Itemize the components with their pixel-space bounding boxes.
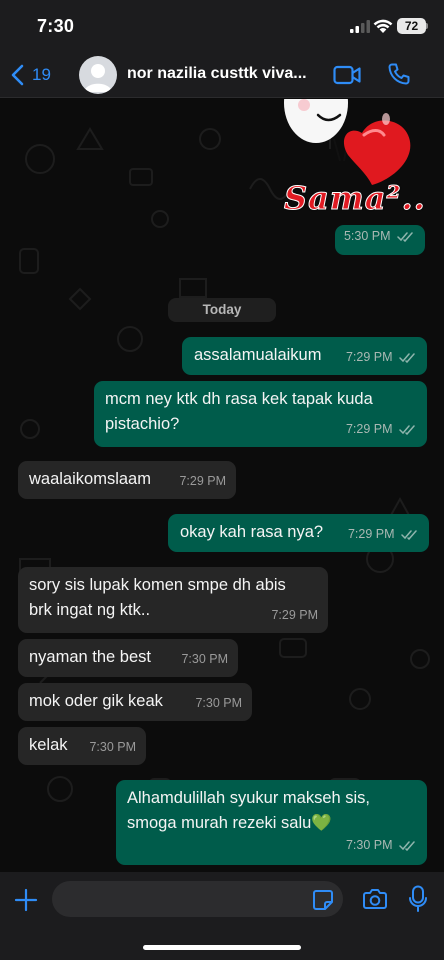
- message-bubble-incoming[interactable]: nyaman the best 7:30 PM: [18, 639, 238, 677]
- read-receipt-icon: [397, 231, 413, 242]
- battery-cap: [426, 23, 428, 29]
- date-divider: Today: [168, 298, 276, 322]
- chat-header: 19 nor nazilia custtk viva...: [0, 52, 444, 98]
- message-time: 7:30 PM: [345, 838, 393, 852]
- message-input[interactable]: [52, 881, 343, 917]
- message-bubble-incoming[interactable]: kelak 7:30 PM: [18, 727, 146, 765]
- message-bubble-incoming[interactable]: mok oder gik keak 7:30 PM: [18, 683, 252, 721]
- message-text: okay kah rasa nya?: [180, 523, 324, 541]
- status-time: 7:30: [37, 16, 75, 36]
- message-text: pistachio?: [105, 415, 180, 433]
- video-camera-icon[interactable]: [333, 64, 361, 86]
- camera-icon[interactable]: [362, 888, 388, 910]
- message-bubble-outgoing[interactable]: assalamualaikum 7:29 PM: [182, 337, 427, 375]
- message-text: nyaman the best: [29, 648, 151, 666]
- read-receipt-icon: [399, 840, 415, 851]
- message-text: mcm ney ktk dh rasa kek tapak kuda: [105, 390, 373, 408]
- message-text: Alhamdulillah syukur makseh sis,: [127, 789, 371, 807]
- read-receipt-icon: [401, 529, 417, 540]
- read-receipt-icon: [399, 352, 415, 363]
- message-time: 7:29 PM: [345, 422, 393, 436]
- message-time: 7:29 PM: [179, 474, 226, 488]
- phone-icon[interactable]: [387, 62, 411, 86]
- sticker-caption: Sama²..: [284, 179, 426, 218]
- message-text: kelak: [29, 736, 68, 754]
- home-indicator[interactable]: [143, 945, 301, 950]
- message-time: 7:30 PM: [89, 740, 136, 754]
- microphone-icon[interactable]: [408, 885, 428, 913]
- chevron-left-icon: [11, 64, 24, 86]
- wifi-icon: [373, 19, 393, 33]
- battery-indicator: 72: [397, 18, 426, 34]
- message-bubble-incoming[interactable]: sory sis lupak komen smpe dh abis brk in…: [18, 567, 328, 633]
- message-bubble-outgoing[interactable]: mcm ney ktk dh rasa kek tapak kuda pista…: [94, 381, 427, 447]
- message-bubble-outgoing[interactable]: okay kah rasa nya? 7:29 PM: [168, 514, 429, 552]
- message-text: smoga murah rezeki salu💚: [127, 814, 332, 832]
- message-bubble-outgoing[interactable]: Alhamdulillah syukur makseh sis, smoga m…: [116, 780, 427, 865]
- back-button[interactable]: 19: [10, 60, 51, 90]
- read-receipt-icon: [399, 424, 415, 435]
- message-text: sory sis lupak komen smpe dh abis: [29, 576, 286, 594]
- message-time: 7:30 PM: [181, 652, 228, 666]
- avatar[interactable]: [79, 56, 117, 94]
- message-text: mok oder gik keak: [29, 692, 163, 710]
- message-time: 7:29 PM: [271, 608, 318, 622]
- message-time: 5:30 PM: [343, 229, 391, 243]
- status-bar: 7:30 72: [0, 0, 444, 52]
- message-text: brk ingat ng ktk..: [29, 601, 151, 619]
- default-avatar-icon: [84, 64, 112, 92]
- sticker-time-chip: 5:30 PM: [335, 225, 425, 255]
- conversation[interactable]: Sama².. 5:30 PM Today assalamualaikum 7:…: [0, 99, 444, 872]
- sticker-icon[interactable]: [312, 889, 334, 911]
- unread-chats-count: 19: [32, 65, 51, 84]
- message-text: waalaikomslaam: [29, 470, 151, 488]
- message-time: 7:30 PM: [195, 696, 242, 710]
- contact-name[interactable]: nor nazilia custtk viva...: [127, 65, 327, 83]
- message-text: assalamualaikum: [194, 346, 322, 364]
- signal-icon: [350, 20, 370, 33]
- message-time: 7:29 PM: [347, 527, 395, 541]
- plus-icon[interactable]: [14, 888, 38, 912]
- message-bubble-incoming[interactable]: waalaikomslaam 7:29 PM: [18, 461, 236, 499]
- message-time: 7:29 PM: [345, 350, 393, 364]
